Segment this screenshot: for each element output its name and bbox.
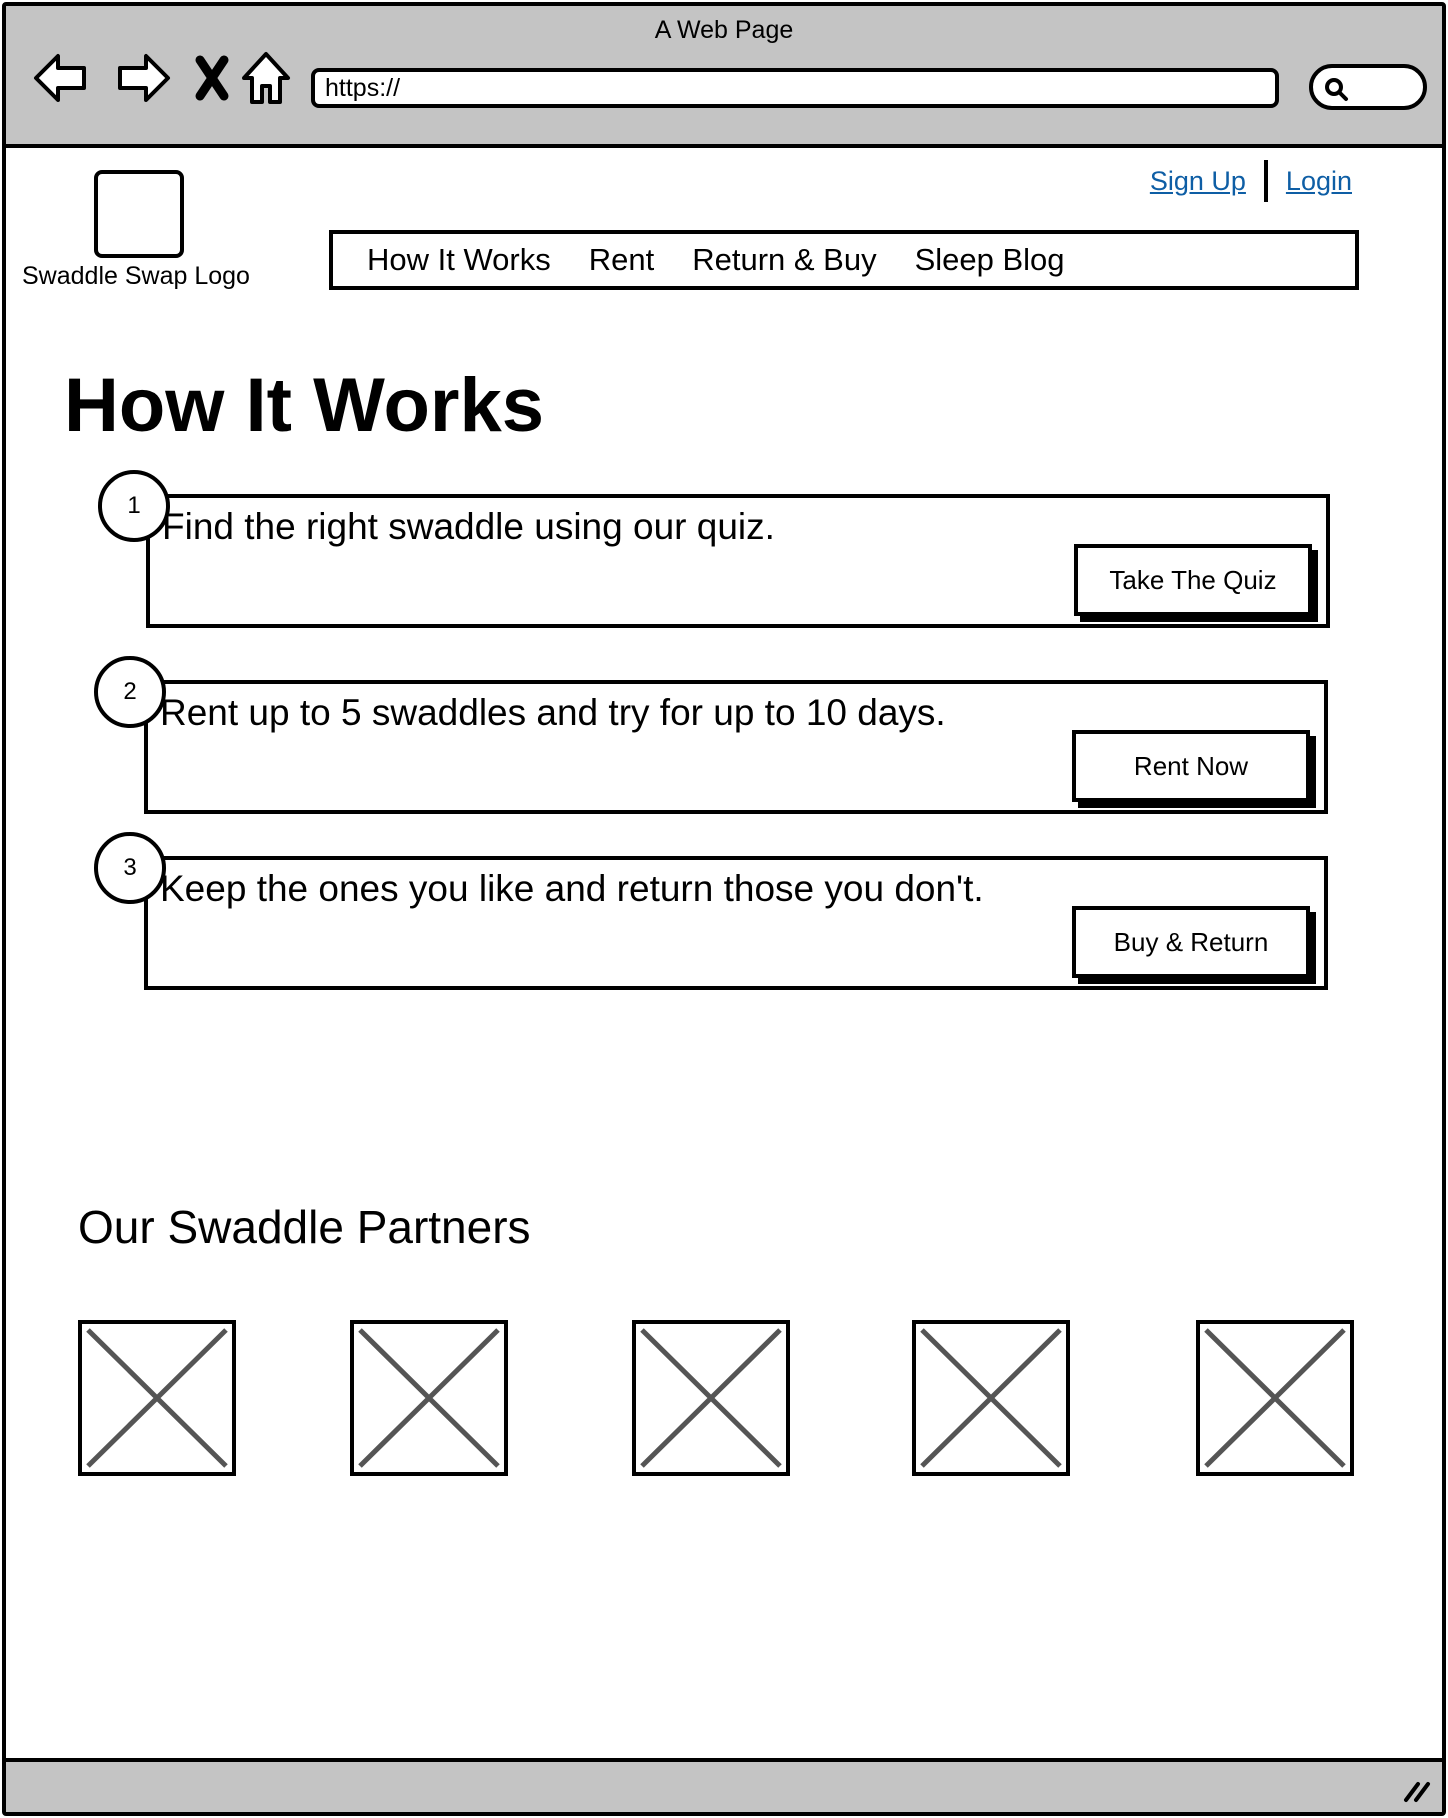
main-nav: How It Works Rent Return & Buy Sleep Blo… — [329, 230, 1359, 290]
back-icon[interactable] — [30, 46, 94, 110]
image-placeholder-icon — [640, 1328, 782, 1468]
forward-icon[interactable] — [110, 46, 174, 110]
step-text: Keep the ones you like and return those … — [160, 868, 984, 909]
partner-logo-4[interactable] — [912, 1320, 1070, 1476]
browser-statusbar — [6, 1758, 1442, 1812]
step-number-badge: 1 — [98, 470, 170, 542]
step-card-2: Rent up to 5 swaddles and try for up to … — [144, 680, 1328, 814]
step-text: Rent up to 5 swaddles and try for up to … — [160, 692, 946, 733]
login-link[interactable]: Login — [1286, 166, 1352, 197]
browser-search-box[interactable] — [1309, 64, 1427, 110]
browser-window: A Web Page https:// Swaddle Swap Logo Si… — [2, 2, 1446, 1816]
partner-logo-2[interactable] — [350, 1320, 508, 1476]
logo-label: Swaddle Swap Logo — [22, 262, 250, 290]
window-title: A Web Page — [654, 16, 794, 44]
buy-return-button[interactable]: Buy & Return — [1072, 906, 1310, 978]
step-number-badge: 2 — [94, 656, 166, 728]
step-card-3: Keep the ones you like and return those … — [144, 856, 1328, 990]
partner-logo-3[interactable] — [632, 1320, 790, 1476]
step-card-1: Find the right swaddle using our quiz. T… — [146, 494, 1330, 628]
nav-item-return-buy[interactable]: Return & Buy — [692, 242, 876, 278]
partners-title: Our Swaddle Partners — [78, 1201, 531, 1253]
nav-item-sleep-blog[interactable]: Sleep Blog — [915, 242, 1065, 278]
step-text: Find the right swaddle using our quiz. — [162, 506, 775, 547]
nav-item-rent[interactable]: Rent — [589, 242, 654, 278]
auth-links: Sign Up Login — [1150, 160, 1352, 202]
address-bar[interactable]: https:// — [311, 68, 1279, 108]
take-quiz-button[interactable]: Take The Quiz — [1074, 544, 1312, 616]
home-icon[interactable] — [234, 46, 298, 110]
step-number-badge: 3 — [94, 832, 166, 904]
page-title: How It Works — [64, 363, 544, 448]
image-placeholder-icon — [1204, 1328, 1346, 1468]
partner-logo-5[interactable] — [1196, 1320, 1354, 1476]
nav-item-how-it-works[interactable]: How It Works — [367, 242, 551, 278]
search-icon — [1325, 78, 1348, 101]
image-placeholder-icon — [86, 1328, 228, 1468]
auth-divider — [1263, 160, 1268, 202]
image-placeholder-icon — [920, 1328, 1062, 1468]
rent-now-button[interactable]: Rent Now — [1072, 730, 1310, 802]
image-placeholder-icon — [358, 1328, 500, 1468]
partner-logo-1[interactable] — [78, 1320, 236, 1476]
browser-titlebar: A Web Page https:// — [6, 6, 1442, 148]
logo-placeholder[interactable] — [94, 170, 184, 258]
page-content: Swaddle Swap Logo Sign Up Login How It W… — [6, 152, 1442, 1758]
sign-up-link[interactable]: Sign Up — [1150, 166, 1246, 197]
resize-grip-icon[interactable] — [1400, 1774, 1434, 1804]
